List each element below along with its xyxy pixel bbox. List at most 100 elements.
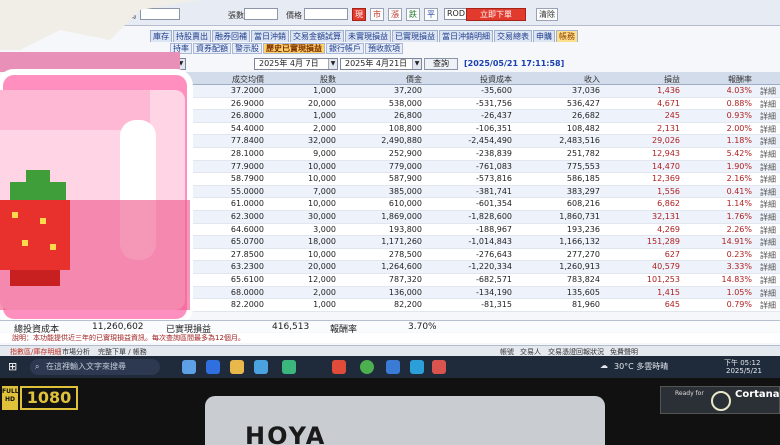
col-income[interactable]: 收入 [584,74,600,85]
row-roi: 2.00% [726,123,752,133]
detail-link[interactable]: 詳細 [760,250,776,261]
detail-link[interactable]: 詳細 [760,99,776,110]
app-icon[interactable] [432,360,446,374]
folder-icon[interactable] [230,360,244,374]
table-row[interactable]: 82.2000 1,000 82,200 -81,315 81,960 645 0.79% 詳… [150,299,780,312]
submit-order-button[interactable]: 立即下單 [466,8,526,21]
detail-link[interactable]: 詳細 [760,124,776,135]
tab-cover-short[interactable]: 融券回補 [212,30,250,42]
detail-link[interactable]: 詳細 [760,162,776,173]
table-row[interactable]: 28.1000 9,000 252,900 -238,839 251,782 12,943… [150,147,780,161]
chrome-icon[interactable] [360,360,374,374]
row-roi: 0.88% [726,98,752,108]
detail-link[interactable]: 詳細 [760,136,776,147]
table-row[interactable]: 58.7900 10,000 587,900 -573,816 586,185 12,36… [150,173,780,186]
tab-amount-calc[interactable]: 交易金額試算 [290,30,344,42]
detail-link[interactable]: 詳細 [760,262,776,273]
table-row[interactable]: 63.2300 20,000 1,264,600 -1,220,334 1,260,91… [150,261,780,274]
row-avg-price: 77.8400 [230,136,264,146]
tab-realized[interactable]: 已實現損益 [392,30,438,42]
summary-bar: 總投資成本 11,260,602 已實現損益 416,513 報酬率 3.70% [0,320,780,335]
price-flat-button[interactable]: 平 [424,8,438,21]
detail-link[interactable]: 詳細 [760,275,776,286]
col-roi[interactable]: 報酬率 [728,74,752,85]
col-value[interactable]: 價金 [406,74,422,85]
row-roi: 0.41% [726,186,752,196]
table-row[interactable]: 77.9000 10,000 779,000 -761,083 775,553 14,47… [150,160,780,174]
row-value: 252,900 [388,148,422,158]
col-cost[interactable]: 投資成本 [480,74,512,85]
price-stepper[interactable] [304,8,348,20]
detail-link[interactable]: 詳細 [760,174,776,185]
status-bar: 指數區/庫存明細 市場分析 完整下單 / 帳務 帳號 交易人 交易憑證 回報狀況… [0,345,780,356]
detail-link[interactable]: 詳細 [760,199,776,210]
tab-prepaid[interactable]: 預收款項 [365,43,403,54]
detail-link[interactable]: 詳細 [760,111,776,122]
table-row[interactable]: 37.2000 1,000 37,200 -35,600 37,036 1,436 4.03… [150,85,780,98]
tab-bank-account[interactable]: 銀行帳戶 [326,43,364,54]
col-avg-price[interactable]: 成交均價 [232,74,264,85]
app-icon[interactable] [182,360,196,374]
tab-history-realized[interactable]: 歷史已實現損益 [263,43,325,54]
end-date-picker[interactable]: 2025年 4月21日 ▼ [340,58,422,70]
table-row[interactable]: 61.0000 10,000 610,000 -601,354 608,216 6,862… [150,198,780,211]
app-icon[interactable] [206,360,220,374]
detail-link[interactable]: 詳細 [760,237,776,248]
qty-label: 張數 [228,11,244,20]
app-icon[interactable] [410,360,424,374]
app-icon[interactable] [254,360,268,374]
clear-button[interactable]: 清除 [536,8,558,21]
tab-accounts[interactable]: 帳務 [556,30,578,42]
row-pl: 14,470 [652,161,680,171]
table-row[interactable]: 68.0000 2,000 136,000 -134,190 135,605 1,415 1… [150,286,780,300]
detail-link[interactable]: 詳細 [760,300,776,311]
table-row[interactable]: 62.3000 30,000 1,869,000 -1,828,600 1,860,73… [150,210,780,224]
table-row[interactable]: 65.0700 18,000 1,171,260 -1,014,843 1,166,13… [150,236,780,249]
app-icon[interactable] [332,360,346,374]
detail-link[interactable]: 詳細 [760,149,776,160]
detail-link[interactable]: 詳細 [760,212,776,223]
row-income: 536,427 [566,98,600,108]
table-row[interactable]: 55.0000 7,000 385,000 -381,741 383,297 1,556 0… [150,185,780,199]
detail-link[interactable]: 詳細 [760,86,776,97]
price-limit-down-button[interactable]: 跌 [406,8,420,21]
tab-unrealized[interactable]: 未實現損益 [345,30,391,42]
detail-link[interactable]: 詳細 [760,225,776,236]
detail-link[interactable]: 詳細 [760,187,776,198]
table-row[interactable]: 26.9000 20,000 538,000 -531,756 536,427 4,671… [150,97,780,111]
table-row[interactable]: 54.4000 2,000 108,800 -106,351 108,482 2,131 2… [150,122,780,136]
row-shares: 3,000 [313,224,336,234]
start-date-picker[interactable]: 2025年 4月 7日 ▼ [254,58,338,70]
table-row[interactable]: 65.6100 12,000 787,320 -682,571 783,824 101,2… [150,273,780,287]
row-value: 587,900 [388,174,422,184]
windows-start-icon[interactable]: ⊞ [8,360,17,373]
tab-daytrade[interactable]: 當日沖銷 [251,30,289,42]
col-shares[interactable]: 股數 [320,74,336,85]
tab-subscription[interactable]: 申購 [533,30,555,42]
query-button[interactable]: 查詢 [424,58,458,70]
taskbar-search[interactable]: ⌕ 在這裡輸入文字來搜尋 [30,359,160,375]
tab-daytrade-detail[interactable]: 當日沖銷明細 [439,30,493,42]
calendar-dropdown-icon[interactable]: ▼ [412,59,421,69]
clock-date[interactable]: 2025/5/21 [726,367,762,375]
col-pl[interactable]: 損益 [664,74,680,85]
detail-link[interactable]: 詳細 [760,288,776,299]
table-row[interactable]: 26.8000 1,000 26,800 -26,437 26,682 245 0.93% 詳… [150,110,780,123]
tab-alert-stocks[interactable]: 警示股 [232,43,262,54]
price-market-button[interactable]: 市 [370,8,384,21]
table-row[interactable]: 64.6000 3,000 193,800 -188,967 193,236 4,269 2… [150,223,780,237]
row-pl: 29,026 [652,136,680,146]
price-limit-up-button[interactable]: 漲 [388,8,402,21]
app-icon[interactable] [386,360,400,374]
weather-icon[interactable]: ☁ [600,361,608,370]
table-row[interactable]: 27.8500 10,000 278,500 -276,643 277,270 627 0.… [150,248,780,262]
table-row[interactable]: 77.8400 32,000 2,490,880 -2,454,490 2,483,51… [150,135,780,148]
qty-stepper[interactable] [244,8,278,20]
roi-value: 3.70% [408,322,437,332]
weather-text[interactable]: 30°C 多雲時晴 [614,361,668,372]
calendar-dropdown-icon[interactable]: ▼ [328,59,337,69]
price-current-button[interactable]: 現 [352,8,366,21]
row-shares: 10,000 [308,161,336,171]
tab-summary[interactable]: 交易總表 [494,30,532,42]
app-icon[interactable] [282,360,296,374]
